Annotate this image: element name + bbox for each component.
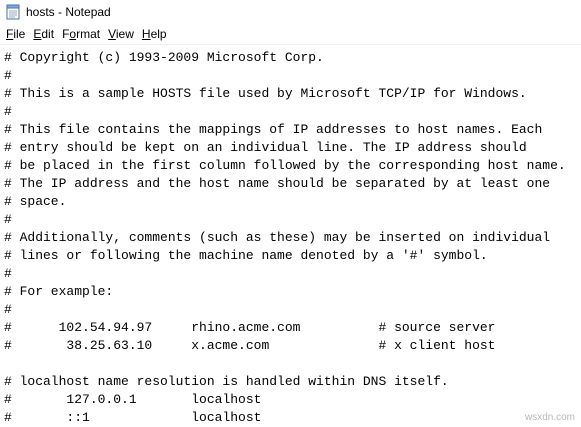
window-title: hosts - Notepad: [26, 5, 111, 19]
site-watermark: wsxdn.com: [524, 412, 575, 423]
text-editor-area[interactable]: # Copyright (c) 1993-2009 Microsoft Corp…: [0, 44, 581, 427]
title-bar[interactable]: hosts - Notepad: [0, 0, 581, 24]
menu-view[interactable]: View: [104, 25, 138, 43]
menu-help[interactable]: Help: [138, 25, 171, 43]
menu-edit[interactable]: Edit: [29, 25, 58, 43]
menu-file[interactable]: File: [2, 25, 29, 43]
menu-bar: File Edit Format View Help: [0, 24, 581, 44]
notepad-icon: [6, 4, 20, 20]
hosts-file-content[interactable]: # Copyright (c) 1993-2009 Microsoft Corp…: [0, 45, 581, 427]
menu-format[interactable]: Format: [58, 25, 104, 43]
notepad-window: hosts - Notepad File Edit Format View He…: [0, 0, 581, 427]
